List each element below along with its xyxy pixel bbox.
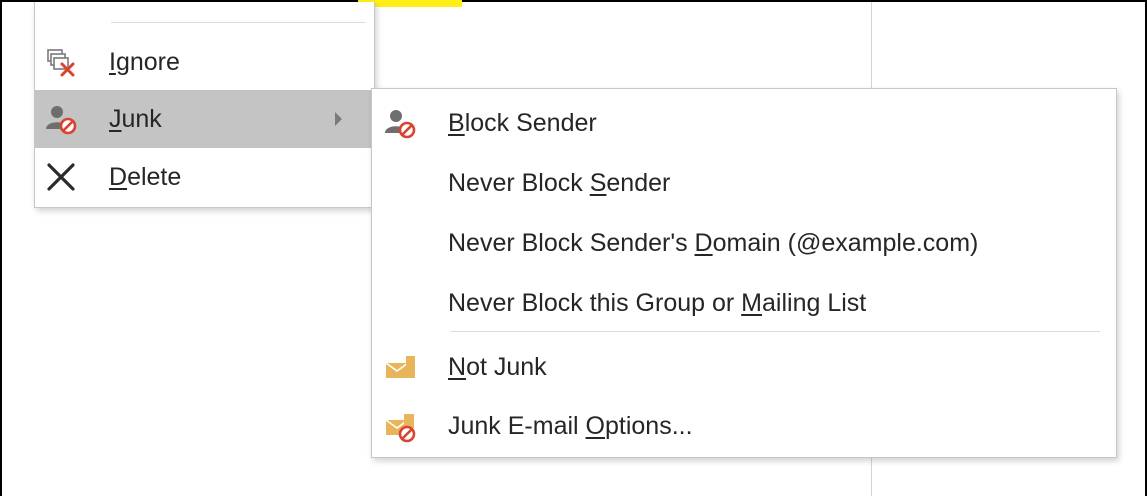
menu-item-label: Ignore (109, 47, 180, 76)
submenu-item-label: Never Block this Group or Mailing List (448, 288, 867, 317)
mnemonic-key: O (585, 411, 605, 440)
mnemonic-key: M (741, 288, 762, 317)
menu-separator (111, 22, 366, 23)
mnemonic-key: N (448, 352, 467, 381)
submenu-item-never-block-group[interactable]: Never Block this Group or Mailing List (372, 274, 1116, 332)
not-junk-icon (382, 349, 418, 385)
menu-item-label: Delete (109, 162, 182, 191)
mnemonic-key: J (109, 104, 122, 133)
submenu-item-label: Never Block Sender's Domain (@example.co… (448, 228, 979, 257)
submenu-item-label: Not Junk (448, 352, 547, 381)
junk-email-options-icon (382, 408, 418, 444)
delete-icon (43, 159, 79, 195)
submenu-item-not-junk[interactable]: Not Junk (372, 338, 1116, 396)
submenu-item-label: Block Sender (448, 108, 597, 137)
submenu-separator (450, 331, 1100, 332)
junk-submenu: Block Sender Never Block Sender Never Bl… (371, 88, 1117, 458)
mnemonic-key: D (694, 228, 713, 257)
mnemonic-key: S (589, 168, 607, 197)
context-menu: Ignore Junk Delete (34, 2, 375, 208)
menu-item-junk[interactable]: Junk (35, 90, 374, 148)
menu-item-ignore[interactable]: Ignore (35, 33, 374, 91)
menu-item-label: Junk (109, 104, 162, 133)
mnemonic-key: B (448, 108, 465, 137)
mnemonic-key: D (109, 162, 128, 191)
menu-item-delete[interactable]: Delete (35, 148, 374, 206)
submenu-item-block-sender[interactable]: Block Sender (372, 94, 1116, 152)
submenu-arrow-icon (335, 112, 342, 126)
submenu-item-label: Never Block Sender (448, 168, 671, 197)
block-sender-icon (382, 105, 418, 141)
submenu-item-never-block-domain[interactable]: Never Block Sender's Domain (@example.co… (372, 214, 1116, 272)
submenu-item-junk-email-options[interactable]: Junk E-mail Options... (372, 397, 1116, 455)
ignore-icon (43, 44, 79, 80)
junk-icon (43, 101, 79, 137)
submenu-item-label: Junk E-mail Options... (448, 411, 693, 440)
mnemonic-key: I (109, 47, 116, 76)
submenu-item-never-block-sender[interactable]: Never Block Sender (372, 154, 1116, 212)
